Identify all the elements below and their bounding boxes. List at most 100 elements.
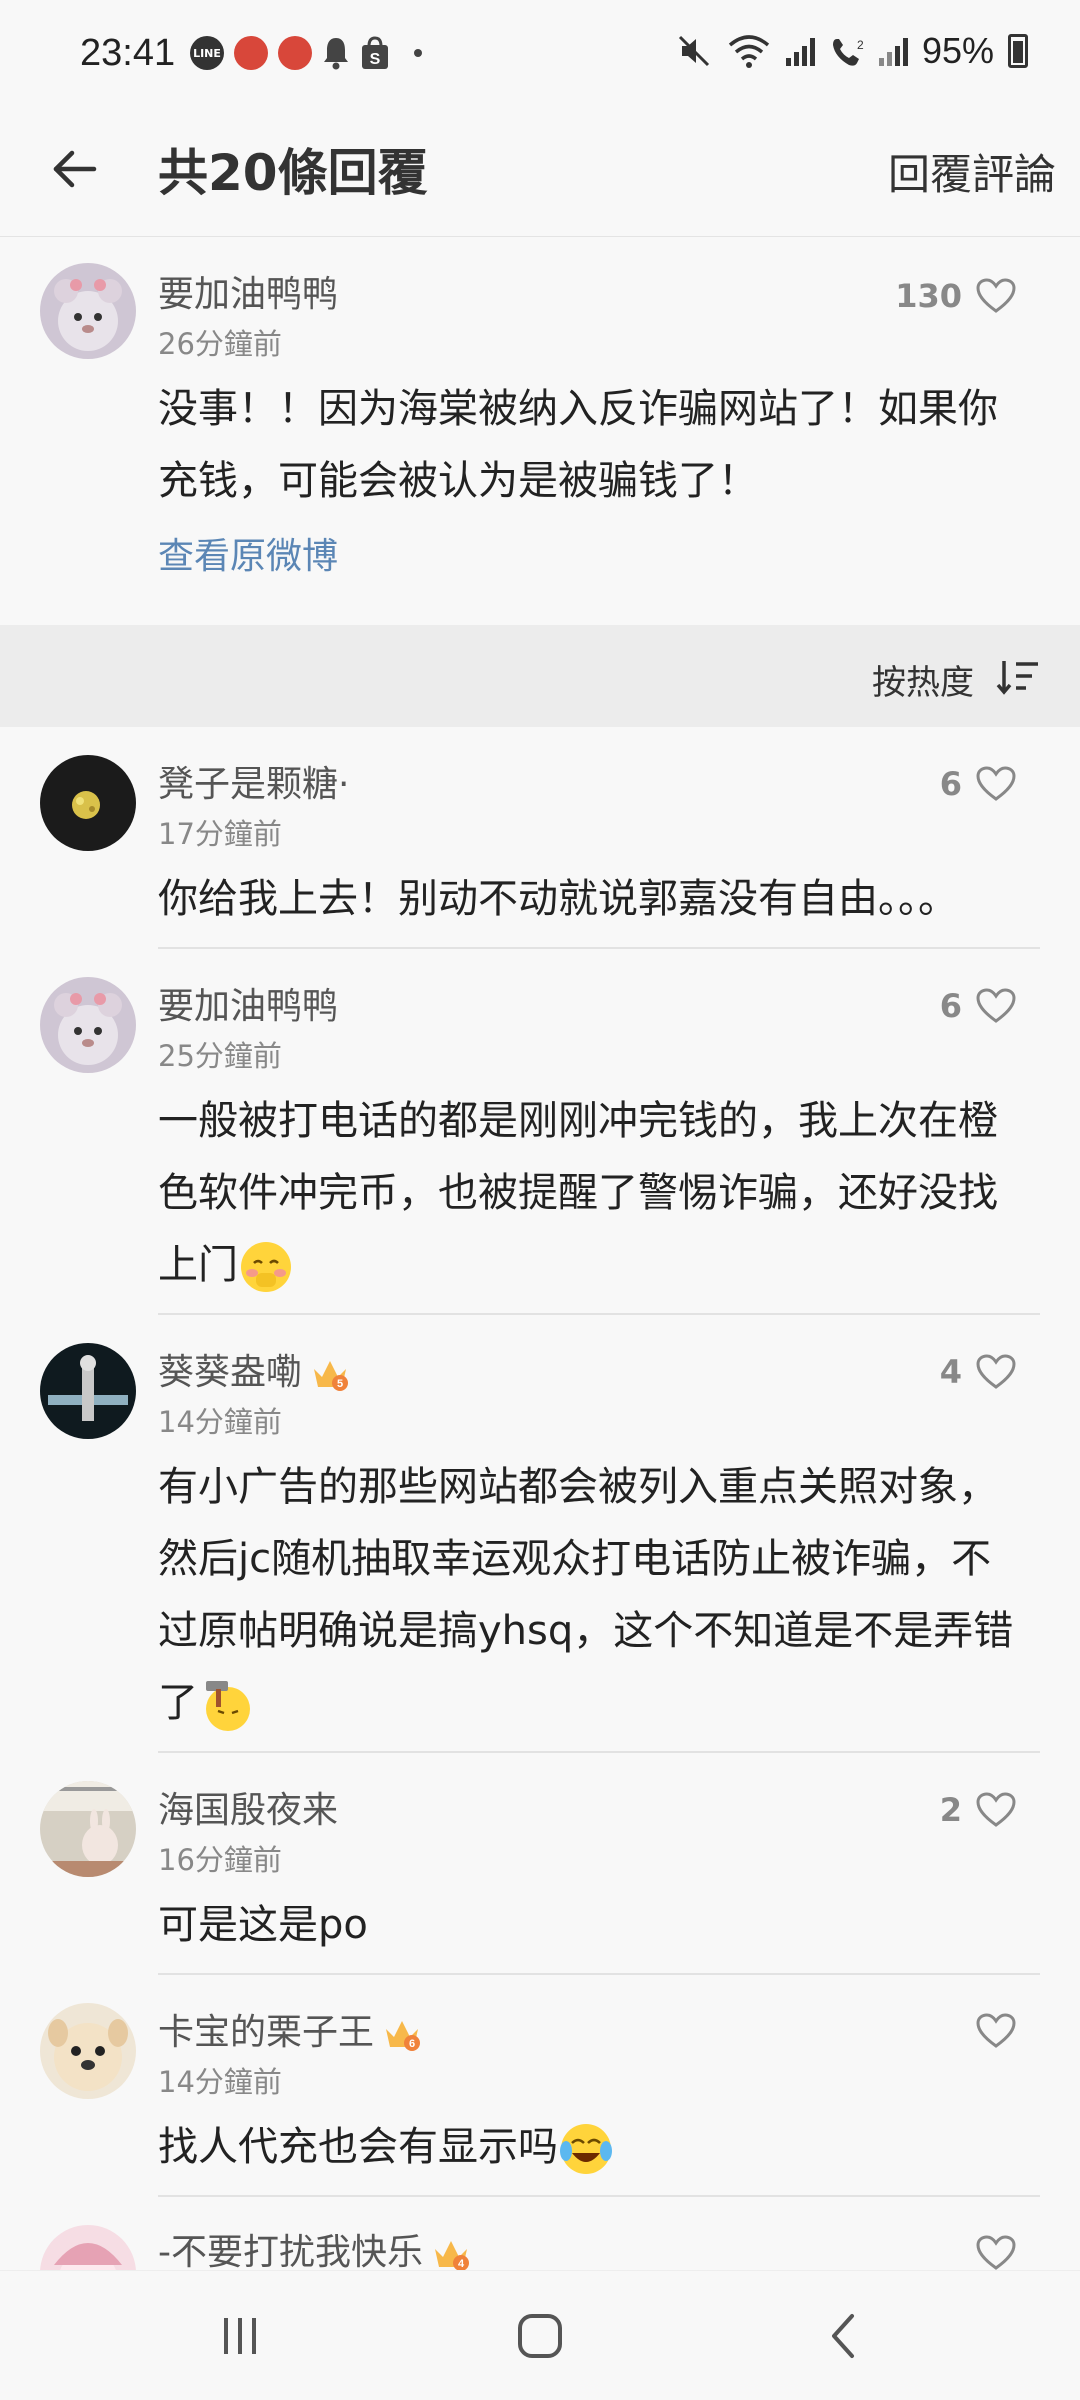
more-notifications-dot [414, 49, 422, 57]
arrow-left-icon [53, 150, 97, 188]
avatar[interactable] [40, 977, 136, 1073]
like-button[interactable]: 6 [940, 765, 1016, 803]
comment-time: 17分鐘前 [158, 817, 282, 851]
status-time: 23:41 [80, 32, 176, 74]
like-button[interactable]: 6 [940, 987, 1016, 1025]
username[interactable]: -不要打扰我快乐 4 [158, 2223, 471, 2270]
avatar[interactable] [40, 1343, 136, 1439]
like-button[interactable]: 2 [940, 1791, 1016, 1829]
vip-level-badge-icon: 6 [386, 2021, 421, 2051]
svg-text:2: 2 [857, 38, 864, 52]
like-count: 6 [939, 765, 962, 803]
username[interactable]: 凳子是颗糖· [158, 755, 349, 807]
comment-time: 14分鐘前 [158, 2065, 282, 2099]
heart-icon [976, 2013, 1016, 2048]
comment-text: 找人代充也会有显示吗 [158, 2111, 1038, 2183]
comment-time: 16分鐘前 [158, 1843, 282, 1877]
username[interactable]: 葵葵盎嘞 5 [158, 1343, 350, 1395]
username[interactable]: 要加油鸭鸭 [158, 977, 338, 1029]
like-button[interactable]: 4 [940, 1353, 1016, 1391]
username[interactable]: 要加油鸭鸭 [158, 265, 338, 317]
hammer-face-emoji-icon [206, 1681, 250, 1731]
sort-label[interactable]: 按热度 [872, 655, 974, 704]
avatar[interactable] [40, 263, 136, 359]
signal-icon [785, 36, 815, 66]
comment-text-line: 过原帖明确说是搞yhsq，这个不知道是不是弄错 [158, 1608, 1014, 1654]
comment-item: 凳子是颗糖· 17分鐘前 6 你给我上去！别动不动就说郭嘉没有自由。。。 [0, 727, 1080, 949]
heart-icon [976, 988, 1016, 1023]
comment-item: 卡宝的栗子王 6 14分鐘前 找人代充也会有显示吗 [0, 1975, 1080, 2197]
avatar[interactable] [40, 755, 136, 851]
comment-text: 没事！！因为海棠被纳入反诈骗网站了！如果你 充钱，可能会被认为是被骗钱了！ [158, 373, 1038, 517]
comment-text-line: 找人代充也会有显示吗 [158, 2111, 1038, 2183]
comment-text-line: 你给我上去！别动不动就说郭嘉没有自由。。。 [158, 876, 958, 922]
back-button[interactable] [44, 139, 104, 199]
home-button[interactable] [500, 2301, 580, 2371]
comment-text: 一般被打电话的都是刚刚冲完钱的，我上次在橙 色软件冲完币，也被提醒了警惕诈骗，还… [158, 1085, 1038, 1301]
svg-text:S: S [370, 51, 381, 68]
app-notification-icon [234, 36, 268, 70]
avatar[interactable] [40, 2225, 136, 2270]
like-count: 4 [939, 1353, 962, 1391]
vip-level-badge-icon: 5 [314, 1361, 349, 1391]
top-app-bar: 共20條回覆 回覆評論 [0, 105, 1080, 237]
heart-icon [976, 2235, 1016, 2270]
comment-text-line: 一般被打电话的都是刚刚冲完钱的，我上次在橙 [158, 1098, 998, 1144]
page-title: 共20條回覆 [158, 144, 428, 202]
heart-icon [976, 278, 1016, 313]
back-nav-button[interactable] [804, 2301, 884, 2371]
comment-text: 可是这是po [158, 1889, 1038, 1961]
view-original-weibo-link[interactable]: 查看原微博 [158, 527, 338, 579]
comment-item: -不要打扰我快乐 4 [0, 2197, 1080, 2270]
home-icon [518, 2314, 562, 2358]
reply-comment-button[interactable]: 回覆評論 [888, 141, 1056, 202]
vip-level-badge-icon: 4 [435, 2241, 469, 2270]
shy-face-emoji-icon [241, 1242, 291, 1292]
comment-text: 有小广告的那些网站都会被列入重点关照对象， 然后jc随机抽取幸运观众打电话防止被… [158, 1451, 1038, 1739]
sort-icon[interactable] [996, 657, 1040, 697]
comment-text-line: 了 [158, 1667, 1038, 1739]
wifi-icon [728, 35, 770, 68]
recent-apps-button[interactable] [200, 2301, 280, 2371]
app-notification-icon [278, 36, 312, 70]
bell-icon [324, 38, 348, 70]
comment-text: 你给我上去！别动不动就说郭嘉没有自由。。。 [158, 863, 1038, 935]
shopee-icon: S [362, 36, 388, 69]
chevron-left-icon [832, 2314, 854, 2358]
comment-text-line: 色软件冲完币，也被提醒了警惕诈骗，还好没找 [158, 1170, 998, 1216]
comment-time: 14分鐘前 [158, 1405, 282, 1439]
notification-icons: LINE S [190, 36, 422, 70]
username[interactable]: 卡宝的栗子王 6 [158, 2003, 422, 2055]
svg-text:4: 4 [458, 2258, 465, 2270]
username[interactable]: 海国殷夜来 [158, 1781, 338, 1833]
like-count: 6 [939, 987, 962, 1025]
status-bar: 23:41 LINE S 2 95% [0, 0, 1080, 105]
comment-text-line: 充钱，可能会被认为是被骗钱了！ [158, 458, 758, 504]
avatar[interactable] [40, 2003, 136, 2099]
mute-icon [678, 35, 709, 67]
avatar[interactable] [40, 1781, 136, 1877]
svg-text:6: 6 [409, 2038, 415, 2050]
crying-laughing-emoji-icon [560, 2124, 612, 2174]
comment-item: 要加油鸭鸭 25分鐘前 6 一般被打电话的都是刚刚冲完钱的，我上次在橙 色软件冲… [0, 949, 1080, 1315]
like-count: 2 [939, 1791, 962, 1829]
like-button[interactable] [962, 2013, 1016, 2049]
battery-percent: 95% [921, 30, 994, 71]
comment-text-line: 上门 [158, 1229, 1038, 1301]
heart-icon [976, 1792, 1016, 1827]
line-app-icon: LINE [190, 36, 224, 70]
comment-text-line: 有小广告的那些网站都会被列入重点关照对象， [158, 1464, 998, 1510]
like-button[interactable]: 130 [895, 277, 1016, 315]
like-button[interactable] [976, 2235, 1016, 2270]
comment-time: 26分鐘前 [158, 327, 282, 361]
comment-item: 海国殷夜来 16分鐘前 2 可是这是po [0, 1753, 1080, 1975]
system-status: 2 95% [676, 30, 1028, 72]
heart-icon [976, 766, 1016, 801]
comment-item: 葵葵盎嘞 5 14分鐘前 4 有小广告的那些网站都会被列入重点关照对象， 然后jc… [0, 1315, 1080, 1753]
heart-icon [976, 1354, 1016, 1389]
original-comment: 要加油鸭鸭 26分鐘前 130 没事！！因为海棠被纳入反诈骗网站了！如果你 充钱… [0, 237, 1080, 625]
sort-bar: 按热度 [0, 625, 1080, 727]
comment-text-line: 然后jc随机抽取幸运观众打电话防止被诈骗，不 [158, 1536, 992, 1582]
wifi-calling-icon: 2 [832, 38, 864, 66]
comment-time: 25分鐘前 [158, 1039, 282, 1073]
